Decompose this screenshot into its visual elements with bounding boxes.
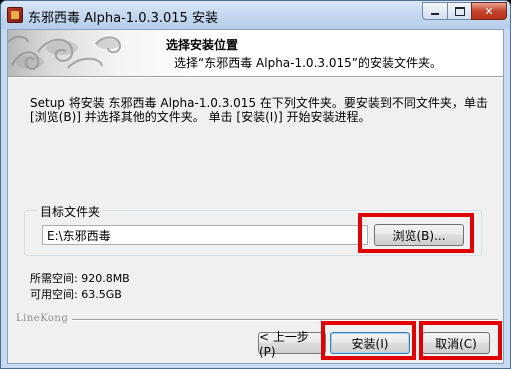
app-icon <box>7 7 23 23</box>
page-header: 选择安装位置 选择“东邪西毒 Alpha-1.0.3.015”的安装文件夹。 <box>8 30 503 76</box>
installer-window: 东邪西毒 Alpha-1.0.3.015 安装 ✕ 选择安装位置 选择“东邪西毒… <box>0 0 511 369</box>
page-subtitle: 选择“东邪西毒 Alpha-1.0.3.015”的安装文件夹。 <box>174 56 442 70</box>
close-button[interactable]: ✕ <box>471 2 507 20</box>
window-title: 东邪西毒 Alpha-1.0.3.015 安装 <box>28 11 218 26</box>
installer-page: 选择安装位置 选择“东邪西毒 Alpha-1.0.3.015”的安装文件夹。 S… <box>7 29 504 364</box>
page-title: 选择安装位置 <box>166 38 239 52</box>
browse-highlight-box <box>358 213 474 253</box>
install-path-input[interactable] <box>42 225 368 245</box>
close-icon: ✕ <box>484 4 494 18</box>
minimize-button[interactable] <box>422 2 448 20</box>
cloud-ornament-image <box>8 35 122 70</box>
title-bar[interactable]: 东邪西毒 Alpha-1.0.3.015 安装 ✕ <box>1 1 510 29</box>
minimize-icon <box>431 13 439 15</box>
back-button[interactable]: < 上一步(P) <box>258 330 326 359</box>
brand-label: LineKong <box>16 313 69 324</box>
destination-folder-label: 目标文件夹 <box>38 203 103 220</box>
available-space-text: 可用空间: 63.5GB <box>30 288 122 301</box>
maximize-button[interactable] <box>447 2 472 20</box>
required-space-text: 所需空间: 920.8MB <box>30 272 130 285</box>
instructions-text: Setup 将安装 东邪西毒 Alpha-1.0.3.015 在下列文件夹。要安… <box>30 96 488 124</box>
cancel-highlight-box <box>419 321 502 360</box>
header-divider <box>8 76 503 78</box>
install-highlight-box <box>321 321 416 360</box>
maximize-icon <box>454 6 465 16</box>
